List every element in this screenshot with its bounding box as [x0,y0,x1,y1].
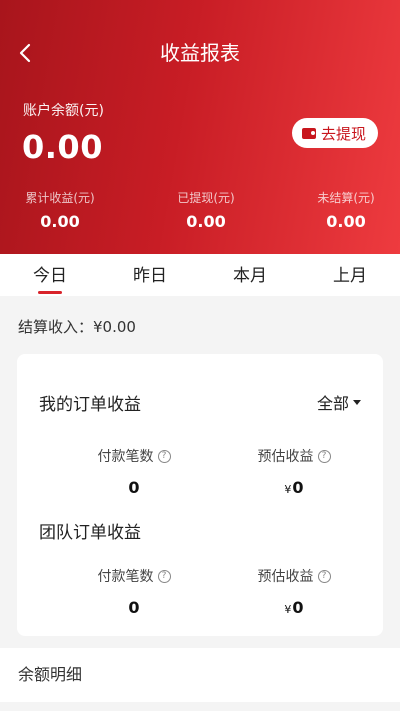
my-estimated-earnings: 预估收益? ¥0 [229,446,359,497]
settlement-label: 结算收入： [18,318,94,336]
tab-last-month[interactable]: 上月 [300,254,400,296]
metric-value: 0 [128,598,140,617]
stat-value: 0.00 [40,212,80,231]
team-estimated-earnings: 预估收益? ¥0 [229,566,359,617]
stat-label: 累计收益(元) [25,191,95,205]
my-paid-count: 付款笔数? 0 [69,446,199,497]
question-circle-icon[interactable]: ? [317,449,331,463]
question-circle-icon[interactable]: ? [157,569,171,583]
tab-this-month[interactable]: 本月 [200,254,300,296]
my-orders-title: 我的订单收益 [39,395,141,415]
team-orders-title: 团队订单收益 [39,523,141,543]
balance-value: 0.00 [22,128,103,166]
metric-label: 预估收益 [257,569,314,585]
wallet-icon [302,127,316,139]
withdraw-label: 去提现 [321,124,367,143]
metric-label: 付款笔数 [97,569,154,585]
caret-down-icon [353,399,361,405]
tab-yesterday[interactable]: 昨日 [100,254,200,296]
filter-dropdown[interactable]: 全部 [317,390,361,414]
period-tabs: 今日 昨日 本月 上月 [0,254,400,296]
metric-value: 0 [292,478,304,497]
question-circle-icon[interactable]: ? [317,569,331,583]
balance-detail-row[interactable]: 余额明细 [0,648,400,702]
question-circle-icon[interactable]: ? [157,449,171,463]
page-title: 收益报表 [160,41,240,65]
earnings-header: 收益报表 账户余额(元) 0.00 去提现 累计收益(元) 0.00 已提现(元… [0,0,400,254]
metric-label: 预估收益 [257,449,314,465]
stat-unsettled: 未结算(元) 0.00 [296,190,396,232]
team-paid-count: 付款笔数? 0 [69,566,199,617]
stat-value: 0.00 [326,212,366,231]
filter-label: 全部 [316,394,349,413]
metric-label: 付款笔数 [97,449,154,465]
currency-symbol: ¥ [284,483,292,496]
metric-value: 0 [128,478,140,497]
stat-withdrawn: 已提现(元) 0.00 [156,190,256,232]
settlement-income: 结算收入：¥0.00 [18,316,136,337]
stat-label: 已提现(元) [177,191,235,205]
stat-label: 未结算(元) [317,191,375,205]
settlement-value: ¥0.00 [93,318,136,336]
tab-today[interactable]: 今日 [0,254,100,296]
stat-total-earnings: 累计收益(元) 0.00 [10,190,110,232]
stat-value: 0.00 [186,212,226,231]
earnings-card: 我的订单收益 全部 付款笔数? 0 预估收益? ¥0 团队订单收益 付款笔数? … [17,354,383,636]
metric-value: 0 [292,598,304,617]
balance-label: 账户余额(元) [23,103,104,119]
currency-symbol: ¥ [284,603,292,616]
withdraw-button[interactable]: 去提现 [292,118,379,148]
